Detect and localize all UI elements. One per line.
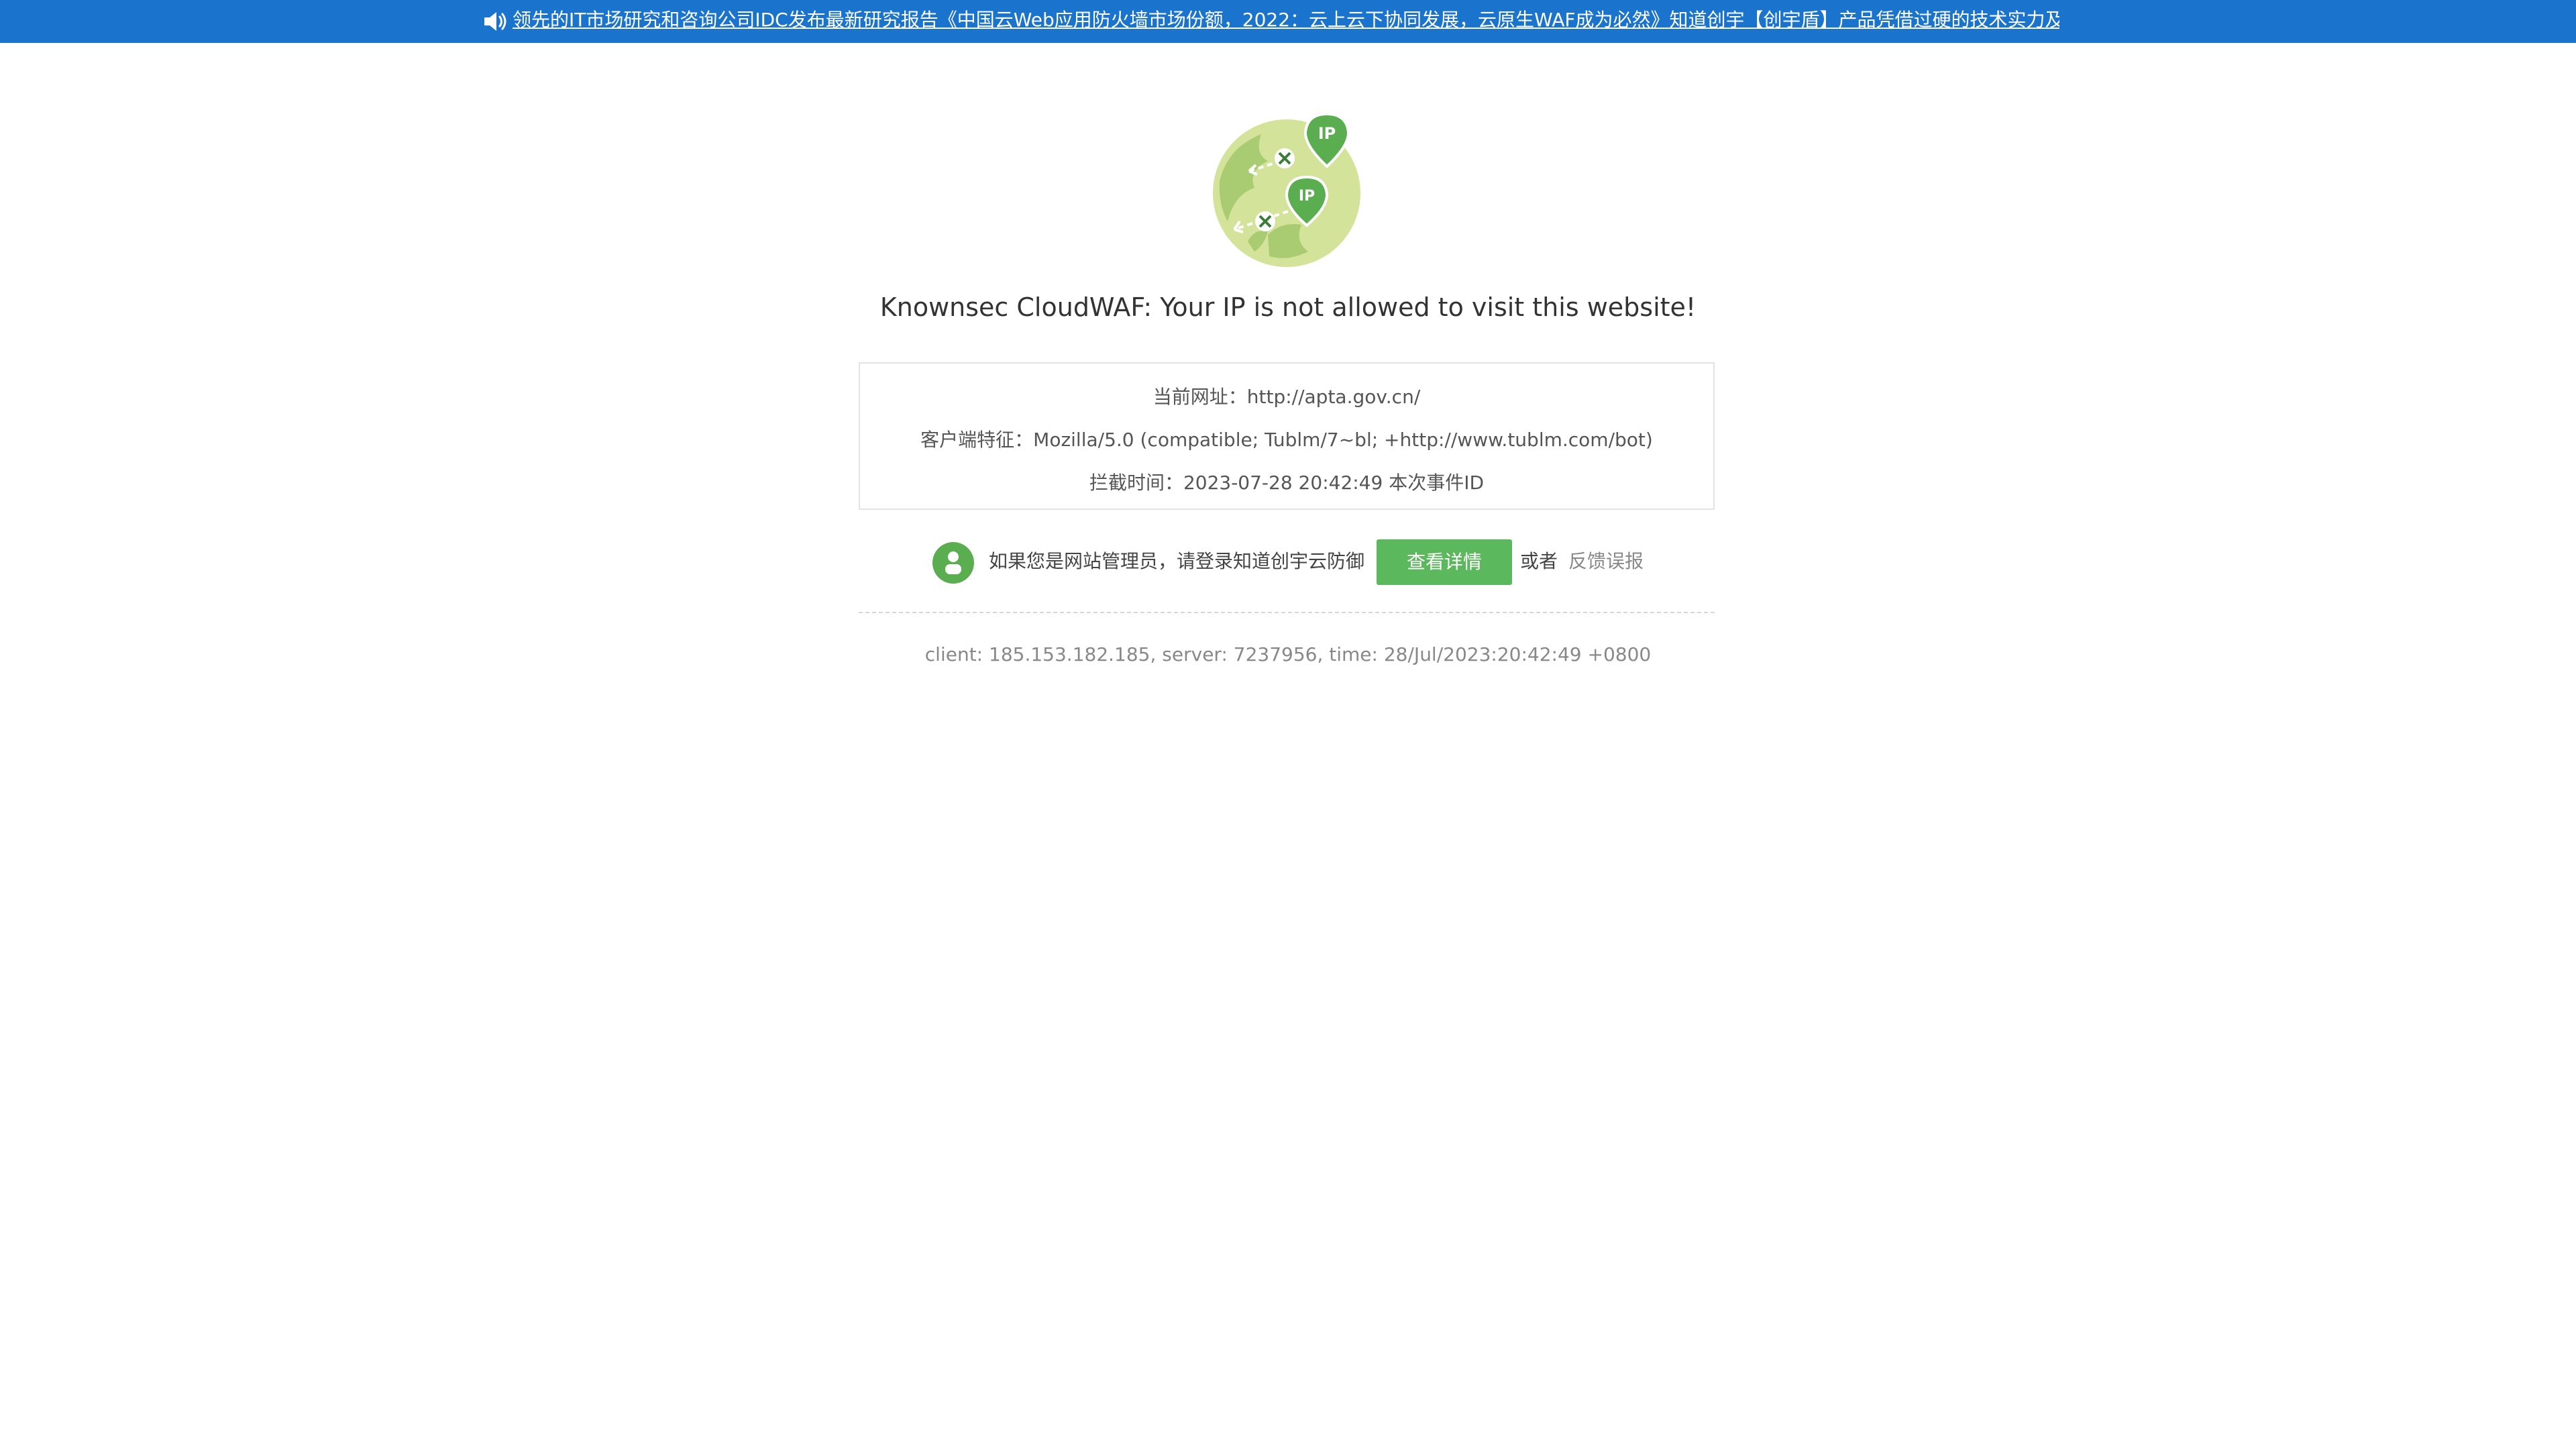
client-signature: 客户端特征：Mozilla/5.0 (compatible; Tublm/7~b… xyxy=(920,429,1653,451)
announcement-link[interactable]: 领先的IT市场研究和咨询公司IDC发布最新研究报告《中国云Web应用防火墙市场份… xyxy=(513,7,2059,34)
pin-label: IP xyxy=(1318,124,1336,143)
pin-label: IP xyxy=(1299,188,1315,205)
admin-prompt-row: 如果您是网站管理员，请登录知道创宇云防御 查看详情 或者 反馈误报 xyxy=(930,539,1654,585)
request-info-box: 当前网址：http://apta.gov.cn/ 客户端特征：Mozilla/5… xyxy=(859,362,1715,510)
admin-prompt-text: 如果您是网站管理员，请登录知道创宇云防御 xyxy=(989,550,1365,572)
current-url: 当前网址：http://apta.gov.cn/ xyxy=(1152,386,1421,408)
report-false-positive-link[interactable]: 反馈误报 xyxy=(1568,548,1644,575)
user-icon xyxy=(932,542,974,584)
or-text: 或者 xyxy=(1520,550,1558,572)
block-time: 拦截时间：2023-07-28 20:42:49 本次事件ID xyxy=(1089,472,1485,494)
request-meta: client: 185.153.182.185, server: 7237956… xyxy=(924,643,1652,665)
announcement-marquee: 领先的IT市场研究和咨询公司IDC发布最新研究报告《中国云Web应用防火墙市场份… xyxy=(482,0,2059,43)
ip-blocked-globe-icon: IP IP xyxy=(1213,112,1360,267)
announcement-banner: 领先的IT市场研究和咨询公司IDC发布最新研究报告《中国云Web应用防火墙市场份… xyxy=(0,0,2576,43)
view-details-button[interactable]: 查看详情 xyxy=(1377,539,1512,585)
speaker-icon xyxy=(484,12,506,31)
divider xyxy=(859,612,1715,613)
page-title: Knownsec CloudWAF: Your IP is not allowe… xyxy=(879,292,1697,322)
